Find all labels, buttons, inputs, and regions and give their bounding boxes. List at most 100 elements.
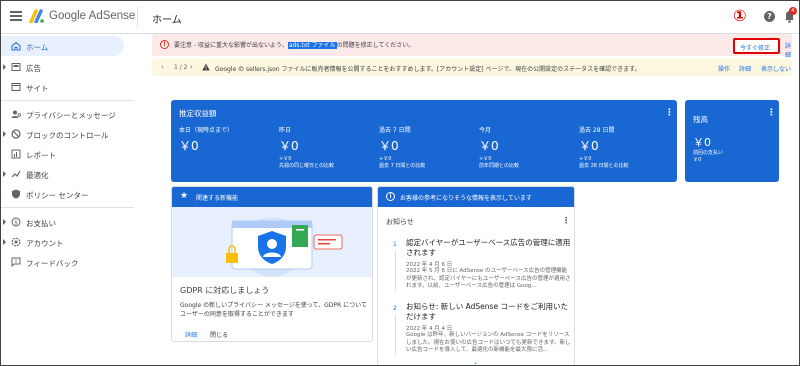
feature-close-link[interactable]: 閉じる — [210, 330, 228, 339]
earnings-change: +￥0 過去 7 日間との比較 — [379, 156, 479, 170]
brand-name[interactable]: Google AdSense — [49, 10, 135, 22]
gdpr-illustration — [172, 207, 372, 277]
more-vert-icon[interactable]: ⋮ — [767, 108, 776, 118]
news-body: Google は昨年、新しいバージョンの AdSense コードをリリースしまし… — [406, 332, 571, 353]
chevron-down-icon[interactable]: ⌄ — [473, 359, 478, 365]
earnings-change: +￥0 過去 28 日間との比較 — [579, 156, 679, 170]
star-icon: ★ — [180, 191, 189, 201]
estimated-earnings-card[interactable]: 推定収益額 ⋮ 本日（現時点まで） ￥0 昨日 ￥0 +￥0 先週の同じ曜日との比… — [171, 100, 677, 182]
more-vert-icon[interactable]: ⋮ — [562, 216, 570, 225]
home-icon — [11, 41, 21, 51]
earnings-label: 今月 — [479, 127, 492, 134]
policy-icon — [12, 189, 20, 199]
info-icon: i — [386, 192, 395, 201]
sidebar-item-home[interactable]: ホーム — [0, 36, 124, 56]
alert-text-before: 要注意 - 収益に重大な影響が出ないよう、 — [174, 42, 288, 49]
sidebar-item-label: アカウント — [26, 239, 64, 248]
news-date: 2022 年 4 月 4 日 — [406, 326, 453, 332]
alert-message: 要注意 - 収益に重大な影響が出ないよう、ads.txt ファイルの問題を修正し… — [174, 40, 414, 49]
sidebar-item-privacy[interactable]: プライバシーとメッセージ — [0, 104, 124, 124]
balance-card[interactable]: 残高 ⋮ ￥0 前回の支払い ￥0 — [685, 100, 779, 182]
notice-dismiss-link[interactable]: 表示しない — [761, 64, 791, 73]
optimize-icon — [11, 170, 21, 178]
sidebar-item-block-controls[interactable]: ブロックのコントロール — [0, 124, 124, 144]
error-icon: ! — [160, 40, 169, 49]
adsense-logo-icon — [29, 9, 44, 23]
main-content: ! 要注意 - 収益に重大な影響が出ないよう、ads.txt ファイルの問題を修… — [145, 34, 800, 366]
annotation-marker: ① — [733, 6, 747, 25]
sidebar: ホーム 広告 サイト プライバシーとメッセージ ブロックのコントロール レポート… — [0, 34, 134, 366]
feature-description: Google の新しいプライバシー メッセージを使って、GDPR について ユー… — [180, 302, 367, 318]
earnings-change-caption: 前年同期との比較 — [479, 163, 519, 169]
fix-now-button[interactable]: 今すぐ修正 — [733, 38, 780, 54]
sidebar-item-sites[interactable]: サイト — [0, 77, 124, 97]
top-bar: Google AdSense ホーム ① ? 4 — [0, 0, 800, 34]
earnings-change-amount: +￥0 — [479, 156, 492, 162]
notice-action-link[interactable]: 操作 — [718, 64, 730, 73]
news-number: 2 — [393, 305, 397, 312]
sidebar-item-label: ポリシー センター — [26, 191, 89, 200]
earnings-change-amount: +￥0 — [279, 156, 292, 162]
earnings-label: 過去 7 日間 — [379, 127, 411, 134]
sidebar-item-account[interactable]: アカウント — [0, 232, 124, 252]
feature-title: GDPR に対応しましょう — [180, 286, 270, 295]
earnings-label: 昨日 — [279, 127, 292, 134]
sidebar-item-label: 最適化 — [26, 171, 49, 180]
menu-icon[interactable] — [10, 11, 22, 21]
sidebar-item-label: お支払い — [26, 219, 56, 228]
expand-arrow-icon[interactable] — [3, 219, 6, 225]
more-vert-icon[interactable]: ⋮ — [665, 108, 674, 118]
alert-details-link[interactable]: 詳細 — [785, 41, 792, 59]
sidebar-item-label: サイト — [26, 84, 49, 93]
balance-value: ￥0 — [693, 136, 711, 149]
ads-txt-alert: ! 要注意 - 収益に重大な影響が出ないよう、ads.txt ファイルの問題を修… — [152, 34, 792, 59]
earnings-title: 推定収益額 — [179, 109, 217, 118]
earnings-last-7-days: 過去 7 日間 ￥0 +￥0 過去 7 日間との比較 — [379, 125, 479, 170]
earnings-change-caption: 先週の同じ曜日との比較 — [279, 163, 334, 169]
earnings-last-28-days: 過去 28 日間 ￥0 +￥0 過去 28 日間との比較 — [579, 125, 679, 170]
account-icon — [11, 237, 21, 247]
earnings-value: ￥0 — [379, 139, 399, 153]
feedback-icon — [11, 257, 21, 267]
sidebar-item-ads[interactable]: 広告 — [0, 57, 124, 77]
expand-arrow-icon[interactable] — [3, 131, 6, 137]
news-date: 2022 年 4 月 6 日 — [406, 262, 453, 268]
sidebar-item-feedback[interactable]: フィードバック — [0, 252, 124, 272]
earnings-change-caption: 過去 7 日間との比較 — [379, 163, 426, 169]
news-title[interactable]: お知らせ: 新しい AdSense コードをご利用いただけます — [406, 302, 571, 322]
news-title[interactable]: 認定バイヤーがユーザーベース広告の管理に適用されます — [406, 238, 571, 258]
notice-details-link[interactable]: 詳細 — [739, 64, 751, 73]
earnings-yesterday: 昨日 ￥0 +￥0 先週の同じ曜日との比較 — [279, 125, 379, 170]
sidebar-item-payments[interactable]: $ お支払い — [0, 212, 124, 232]
sidebar-item-label: プライバシーとメッセージ — [26, 111, 116, 120]
earnings-label: 本日（現時点まで） — [179, 127, 234, 134]
sidebar-item-label: ブロックのコントロール — [26, 131, 109, 140]
news-timeline — [395, 251, 396, 291]
sidebar-item-reports[interactable]: レポート — [0, 144, 124, 164]
chevron-right-icon[interactable]: › — [190, 63, 193, 71]
feature-card-header-title: 関連する新機能 — [196, 195, 239, 202]
feature-details-link[interactable]: 詳細 — [185, 330, 197, 339]
earnings-this-month: 今月 ￥0 +￥0 前年同期との比較 — [479, 125, 579, 170]
earnings-label: 過去 28 日間 — [579, 127, 615, 134]
feature-card-header: ★ 関連する新機能 — [172, 187, 372, 207]
expand-arrow-icon[interactable] — [3, 64, 6, 70]
sidebar-item-policy-center[interactable]: ポリシー センター — [0, 184, 124, 204]
fix-now-label: 今すぐ修正 — [740, 45, 771, 52]
alert-highlight: ads.txt ファイル — [287, 42, 337, 49]
sidebar-divider — [0, 100, 134, 101]
notice-pager: 1 / 2 — [174, 64, 188, 71]
earnings-value: ￥0 — [179, 139, 199, 153]
expand-arrow-icon[interactable] — [3, 171, 6, 177]
sidebar-item-label: 広告 — [26, 64, 41, 73]
help-icon[interactable]: ? — [764, 11, 775, 22]
last-payment-label: 前回の支払い — [693, 150, 724, 156]
sidebar-item-optimize[interactable]: 最適化 — [0, 164, 124, 184]
svg-text:$: $ — [14, 219, 18, 226]
expand-arrow-icon[interactable] — [3, 239, 6, 245]
earnings-value: ￥0 — [579, 139, 599, 153]
payments-icon: $ — [11, 217, 21, 227]
chevron-left-icon[interactable]: ‹ — [161, 63, 164, 71]
earnings-value: ￥0 — [479, 139, 499, 153]
announcements-title: お知らせ — [386, 218, 414, 226]
